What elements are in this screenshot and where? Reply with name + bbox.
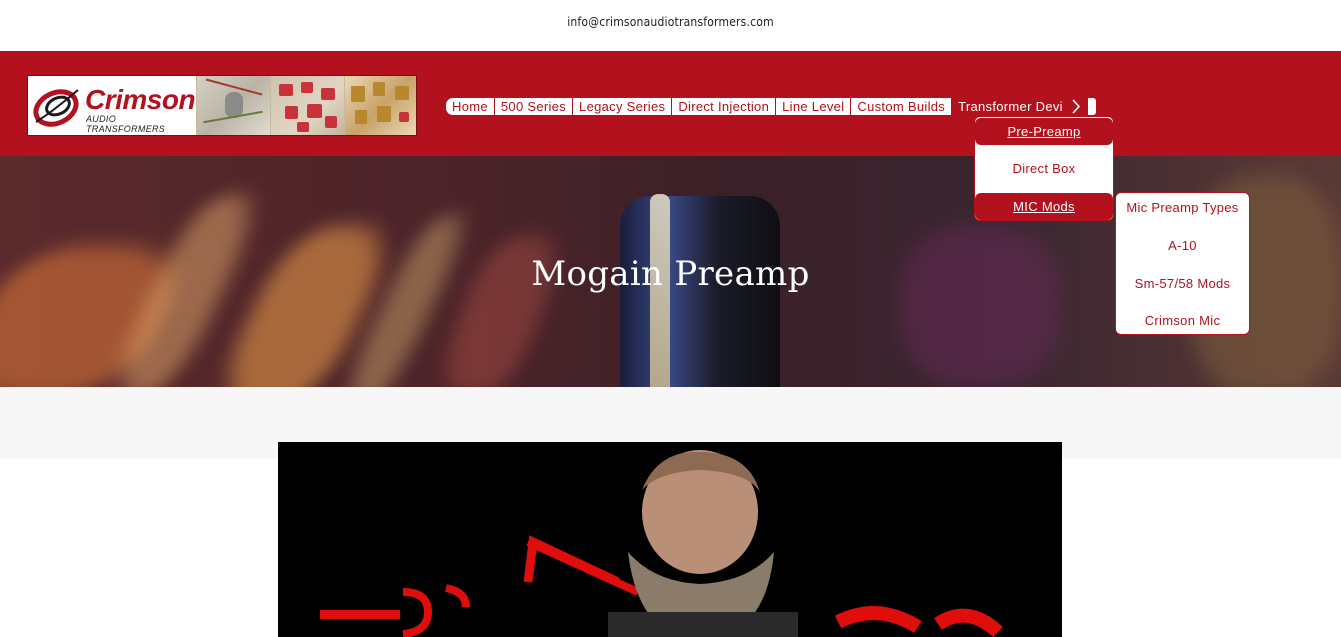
logo-name: Crimson: [85, 84, 196, 115]
logo-photo-transformers: [270, 76, 344, 135]
logo-photo-cores: [344, 76, 416, 135]
nav-500-series[interactable]: 500 Series: [494, 98, 574, 115]
dropdown-item-pre-preamp[interactable]: Pre-Preamp: [975, 118, 1113, 145]
main-nav: Home 500 Series Legacy Series Direct Inj…: [446, 98, 1097, 115]
nav-transformer-devices[interactable]: Transformer Devi: [952, 98, 1065, 115]
video-thumbnail: [320, 450, 1003, 637]
submenu-item-mic-preamp-types[interactable]: Mic Preamp Types: [1116, 200, 1249, 215]
nav-custom-builds[interactable]: Custom Builds: [851, 98, 953, 115]
nav-direct-injection[interactable]: Direct Injection: [672, 98, 777, 115]
chevron-right-icon: [1072, 99, 1081, 114]
site-logo[interactable]: Crimson Audio Transformers: [27, 75, 417, 136]
contact-email[interactable]: info@crimsonaudiotransformers.com: [0, 15, 1341, 29]
dropdown-item-direct-box[interactable]: Direct Box: [975, 155, 1113, 182]
logo-subtitle: Audio Transformers: [86, 114, 166, 134]
nav-legacy-series[interactable]: Legacy Series: [573, 98, 673, 115]
mic-mods-submenu: Mic Preamp Types A-10 Sm-57/58 Mods Crim…: [1115, 192, 1250, 335]
logo-brand: Crimson Audio Transformers: [28, 76, 196, 135]
nav-scroll-next-button[interactable]: [1064, 98, 1097, 115]
swirl-logo-icon: [33, 89, 79, 127]
site-header: Crimson Audio Transformers: [0, 51, 1341, 156]
logo-photo-mic: [196, 76, 270, 135]
submenu-item-sm-57-58-mods[interactable]: Sm-57/58 Mods: [1116, 276, 1249, 291]
video-player[interactable]: [278, 442, 1062, 637]
top-bar: info@crimsonaudiotransformers.com: [0, 0, 1341, 51]
submenu-item-crimson-mic[interactable]: Crimson Mic: [1116, 313, 1249, 328]
transformer-devices-dropdown: Pre-Preamp Direct Box MIC Mods: [974, 116, 1114, 221]
logo-photos: [196, 76, 416, 135]
submenu-item-a-10[interactable]: A-10: [1116, 238, 1249, 253]
nav-line-level[interactable]: Line Level: [776, 98, 852, 115]
nav-home[interactable]: Home: [446, 98, 495, 115]
dropdown-item-mic-mods[interactable]: MIC Mods: [975, 193, 1113, 220]
